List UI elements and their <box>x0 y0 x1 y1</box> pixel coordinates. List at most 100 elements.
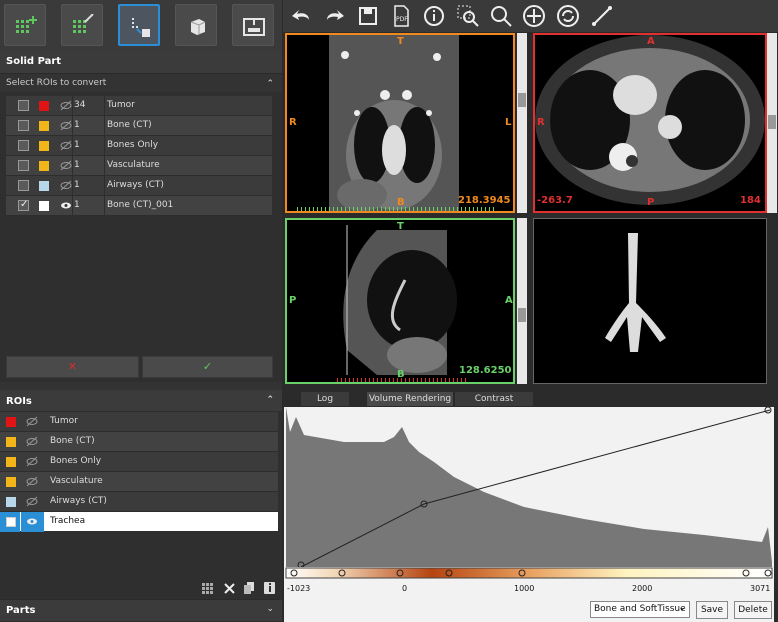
top-toolbar: PDF <box>283 0 778 32</box>
expand-chevron-icon[interactable]: ⌄ <box>266 604 274 614</box>
coronal-right-label: L <box>505 117 512 128</box>
list-item[interactable]: Bone (CT) <box>0 432 278 452</box>
zoom-region-icon[interactable] <box>455 3 481 29</box>
table-row[interactable]: 1 Vasculature <box>6 156 272 176</box>
roi-name: Vasculature <box>107 160 160 170</box>
color-swatch <box>39 201 49 211</box>
eye-hidden-icon[interactable] <box>60 180 72 191</box>
printer-3d-icon[interactable] <box>232 4 274 46</box>
undo-icon[interactable] <box>289 3 315 29</box>
pan-icon[interactable] <box>521 3 547 29</box>
sagittal-left-label: P <box>289 295 297 306</box>
roi-checkbox[interactable] <box>18 120 29 131</box>
color-swatch <box>39 101 49 111</box>
axis-label-zero: 0 <box>402 584 408 593</box>
table-row[interactable]: 1 Bones Only <box>6 136 272 156</box>
histogram-plot[interactable] <box>284 407 774 567</box>
trachea-3d-render <box>605 233 666 352</box>
add-roi-grid-icon[interactable] <box>4 4 46 46</box>
3d-view[interactable] <box>533 218 767 384</box>
roi-name: Tumor <box>107 100 135 110</box>
collapse-chevron-icon[interactable]: ⌃ <box>266 79 274 89</box>
grid-icon[interactable] <box>202 583 213 594</box>
table-row[interactable]: 34 Tumor <box>6 96 272 116</box>
coronal-view[interactable]: T R L B 218.3945 <box>285 33 515 213</box>
collapse-chevron-icon[interactable]: ⌃ <box>266 395 274 405</box>
edit-roi-grid-icon[interactable] <box>61 4 103 46</box>
rotate-icon[interactable] <box>555 3 581 29</box>
axial-value-right: 184 <box>740 195 761 206</box>
save-preset-button[interactable]: Save <box>696 601 728 619</box>
rois-title: ROIs <box>6 396 32 407</box>
roi-checkbox[interactable] <box>18 140 29 151</box>
roi-checkbox[interactable] <box>18 199 29 211</box>
color-swatch <box>39 141 49 151</box>
parts-header[interactable]: Parts ⌄ <box>0 599 282 621</box>
axial-value-left: -263.7 <box>537 195 573 206</box>
axial-view[interactable]: A R -263.7 P 184 <box>533 33 767 213</box>
roi-checkbox[interactable] <box>18 180 29 191</box>
pdf-export-icon[interactable]: PDF <box>388 3 414 29</box>
cancel-button[interactable]: ✕ <box>6 356 139 378</box>
cube-icon[interactable] <box>175 4 217 46</box>
preset-select[interactable]: Bone and SoftTissue ⌄ <box>590 601 690 618</box>
eye-hidden-icon[interactable] <box>60 120 72 131</box>
convert-to-solid-icon[interactable] <box>118 4 160 46</box>
eye-hidden-icon[interactable] <box>60 160 72 171</box>
eye-hidden-icon[interactable] <box>26 436 38 447</box>
sagittal-view[interactable]: T P A B 128.6250 <box>285 218 515 384</box>
list-item[interactable]: Bones Only <box>0 452 278 472</box>
roi-label: Airways (CT) <box>50 496 107 506</box>
roi-checkbox[interactable] <box>18 100 29 111</box>
info-icon[interactable] <box>421 3 447 29</box>
eye-hidden-icon[interactable] <box>26 456 38 467</box>
measure-icon[interactable] <box>589 3 615 29</box>
zoom-icon[interactable] <box>488 3 514 29</box>
color-swatch <box>6 417 16 427</box>
eye-visible-icon[interactable] <box>60 200 72 211</box>
tab-volume-rendering[interactable]: Volume Rendering <box>366 391 454 407</box>
redo-icon[interactable] <box>321 3 347 29</box>
list-item[interactable]: Airways (CT) <box>0 492 278 512</box>
list-item-selected[interactable]: Trachea <box>0 512 278 532</box>
eye-hidden-icon[interactable] <box>60 140 72 151</box>
list-item[interactable]: Vasculature <box>0 472 278 492</box>
delete-preset-button[interactable]: Delete <box>734 601 772 619</box>
eye-hidden-icon[interactable] <box>26 496 38 507</box>
save-icon[interactable] <box>355 3 381 29</box>
table-row[interactable]: 1 Bone (CT)_001 <box>6 196 272 216</box>
eye-visible-icon[interactable] <box>26 516 38 527</box>
roi-name: Bone (CT)_001 <box>107 200 174 210</box>
tab-log[interactable]: Log <box>300 391 350 407</box>
axial-left-label: R <box>537 117 545 128</box>
transfer-function-bar[interactable] <box>284 567 774 579</box>
roi-checkbox[interactable] <box>18 160 29 171</box>
sagittal-ct-image <box>337 225 467 382</box>
tab-contrast[interactable]: Contrast <box>454 391 534 407</box>
coronal-top-label: T <box>397 36 404 47</box>
table-row[interactable]: 1 Airways (CT) <box>6 176 272 196</box>
cancel-icon: ✕ <box>67 360 78 373</box>
eye-hidden-icon[interactable] <box>26 476 38 487</box>
list-item[interactable]: Tumor <box>0 412 278 432</box>
coronal-ct-image <box>297 35 497 211</box>
sagittal-slice-value: 128.6250 <box>459 365 512 376</box>
panel-splitter[interactable] <box>0 382 282 390</box>
sagittal-scrollbar[interactable] <box>517 218 527 384</box>
axis-label-2000: 2000 <box>632 584 653 593</box>
info-icon[interactable] <box>264 582 275 594</box>
svg-text:PDF: PDF <box>396 16 408 23</box>
delete-icon[interactable] <box>224 583 235 594</box>
left-toolbar <box>0 0 282 50</box>
coronal-bottom-label: B <box>397 197 405 208</box>
coronal-scrollbar[interactable] <box>517 33 527 213</box>
table-row[interactable]: 1 Bone (CT) <box>6 116 272 136</box>
copy-icon[interactable] <box>244 582 255 594</box>
axial-ct-image <box>535 35 765 205</box>
roi-label: Trachea <box>50 516 86 526</box>
axial-scrollbar[interactable] <box>767 33 777 213</box>
roi-count: 1 <box>74 160 80 170</box>
eye-hidden-icon[interactable] <box>26 416 38 427</box>
confirm-button[interactable]: ✓ <box>142 356 273 378</box>
eye-hidden-icon[interactable] <box>60 100 72 111</box>
